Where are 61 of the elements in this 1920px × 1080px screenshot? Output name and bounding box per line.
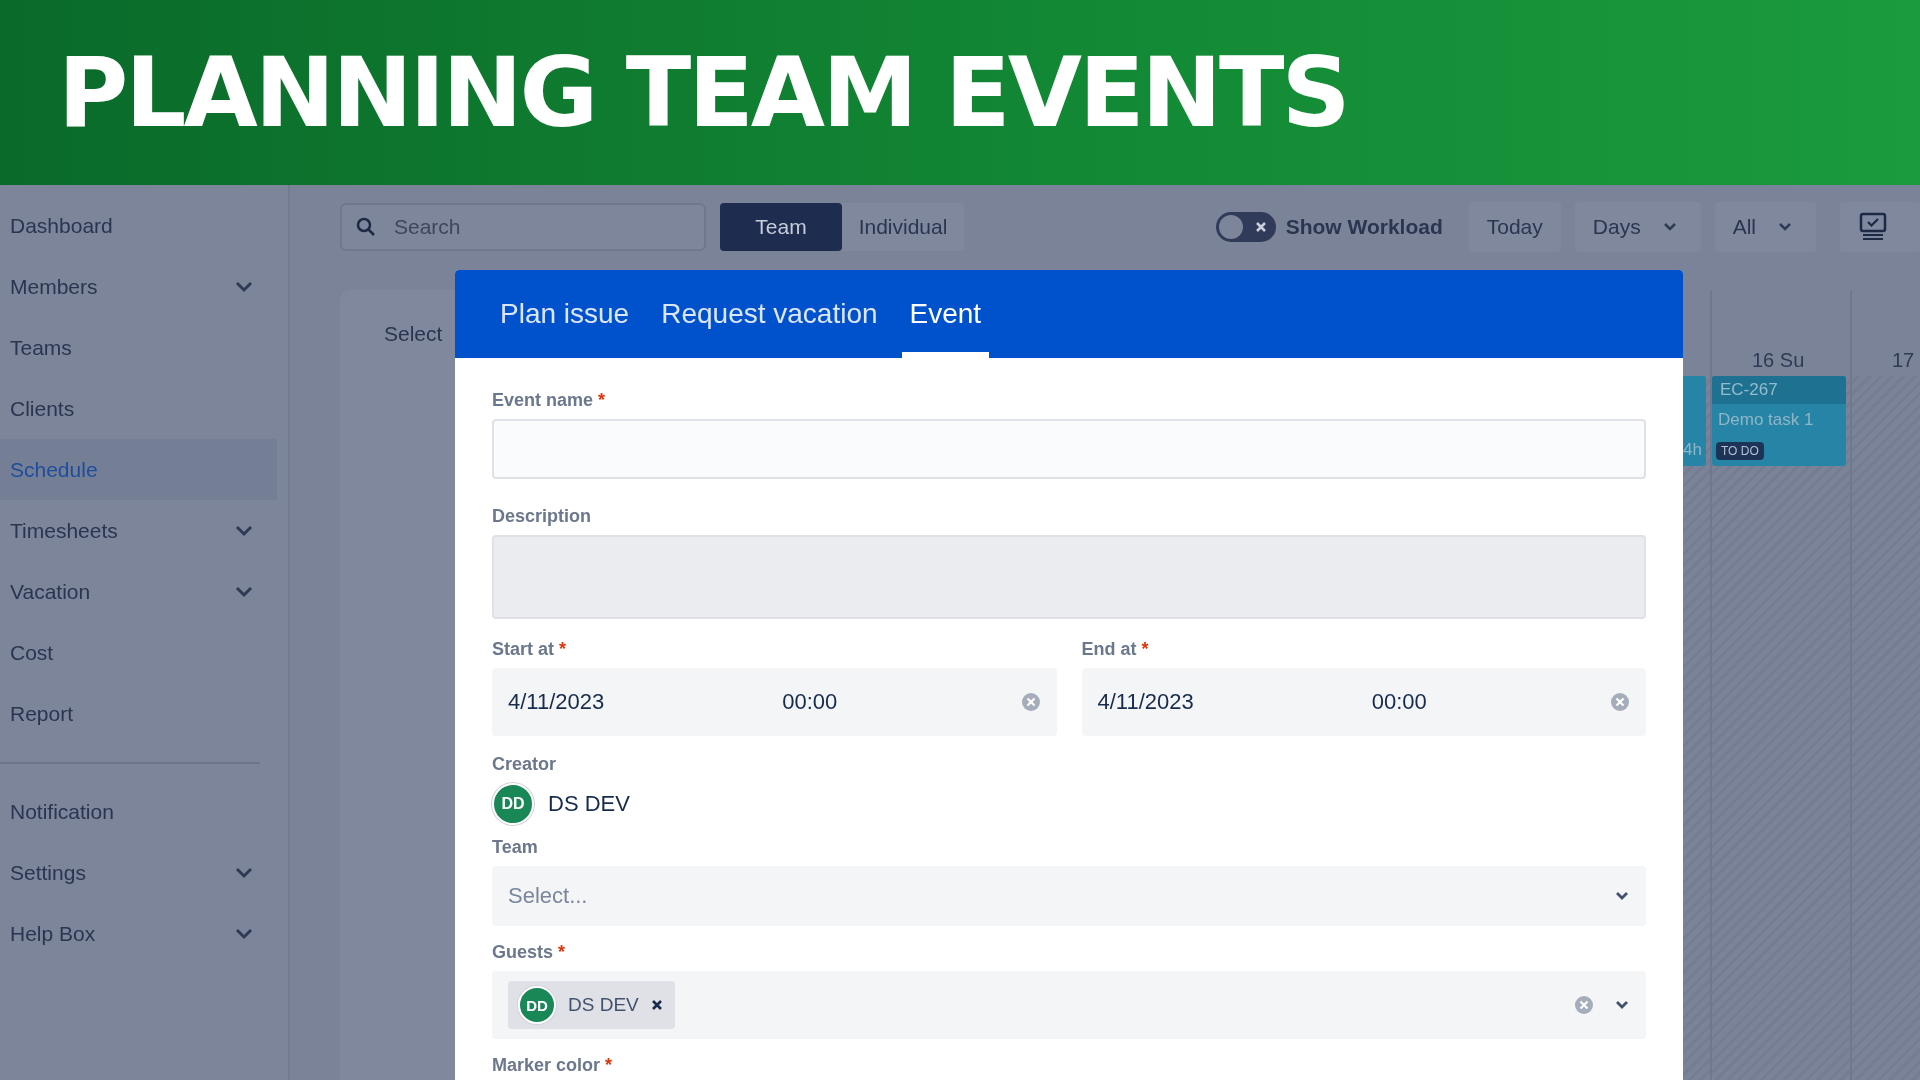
guests-select[interactable]: DD DS DEV xyxy=(492,971,1646,1039)
date-time-field[interactable]: 4/11/2023 00:00 xyxy=(1081,668,1646,736)
sidebar-item[interactable]: Report xyxy=(0,683,277,744)
clear-icon[interactable] xyxy=(1574,995,1594,1015)
filter-dropdown[interactable]: All xyxy=(1714,202,1816,252)
view-mode-tab[interactable]: Individual xyxy=(842,203,964,251)
chevron-down-icon xyxy=(1662,222,1677,232)
field-label: Start at * xyxy=(492,639,568,660)
search-field[interactable]: Search xyxy=(340,203,706,251)
creator-name: DS DEV xyxy=(548,791,630,817)
toggle-label: Show Workload xyxy=(1285,215,1443,239)
chevron-down-icon xyxy=(1778,222,1792,232)
dialog-tab[interactable]: Event xyxy=(901,270,990,358)
avatar: DD xyxy=(492,783,534,825)
close-icon xyxy=(1254,221,1267,233)
panel-label: Select xyxy=(384,322,443,347)
workload-toggle[interactable] xyxy=(1215,212,1276,242)
task-hours: 4h xyxy=(1683,440,1702,460)
remove-icon[interactable] xyxy=(650,999,663,1011)
team-select[interactable]: Select... xyxy=(492,866,1646,926)
field-label: Creator xyxy=(492,754,558,775)
field-label: Team xyxy=(492,837,539,858)
description-field[interactable] xyxy=(492,535,1646,619)
sidebar-item[interactable]: Cost xyxy=(0,622,277,683)
field-label: Guests * xyxy=(492,942,567,963)
clear-icon[interactable] xyxy=(1610,692,1630,712)
field-label: Marker color * xyxy=(492,1055,614,1076)
task-title: Demo task 1 xyxy=(1717,409,1815,430)
dialog-tab[interactable]: Request vacation xyxy=(653,270,886,358)
status-badge: TO DO xyxy=(1716,442,1764,460)
sidebar-item[interactable]: Notification xyxy=(0,781,277,842)
sidebar-item[interactable]: Teams xyxy=(0,317,277,378)
today-button[interactable]: Today xyxy=(1468,202,1561,252)
sidebar-item[interactable]: Schedule xyxy=(0,439,277,500)
field-label: Description xyxy=(492,506,593,527)
sidebar-item[interactable]: Settings xyxy=(0,842,277,903)
task-key: EC-267 xyxy=(1712,376,1846,404)
dialog-tab[interactable]: Plan issue xyxy=(492,270,638,358)
day-header: 17 xyxy=(1852,290,1920,376)
sidebar-item[interactable]: Members xyxy=(0,256,277,317)
view-mode-tab[interactable]: Team xyxy=(720,203,842,251)
sidebar-item[interactable]: Dashboard xyxy=(0,195,277,256)
date-time-field[interactable]: 4/11/2023 00:00 xyxy=(492,668,1057,736)
clear-icon[interactable] xyxy=(1020,692,1041,712)
range-dropdown[interactable]: Days xyxy=(1574,202,1701,252)
chevron-down-icon xyxy=(1614,890,1630,902)
field-label: End at * xyxy=(1081,639,1150,660)
sidebar-item[interactable]: Help Box xyxy=(0,903,277,964)
guest-chip[interactable]: DD DS DEV xyxy=(508,981,675,1029)
monitor-icon xyxy=(1858,212,1888,242)
event-name-field[interactable] xyxy=(492,419,1646,479)
sidebar-item[interactable]: Vacation xyxy=(0,561,277,622)
monitor-button[interactable] xyxy=(1840,202,1920,252)
sidebar-item[interactable]: Clients xyxy=(0,378,277,439)
banner-title: PLANNING TEAM EVENTS xyxy=(58,44,1348,141)
field-label: Event name * xyxy=(492,390,607,411)
task-bar[interactable]: EC-267 Demo task 1 TO DO xyxy=(1712,376,1846,466)
day-header: 16 Su xyxy=(1712,290,1850,376)
sidebar-item[interactable]: Timesheets xyxy=(0,500,277,561)
search-icon xyxy=(356,217,376,237)
chevron-down-icon[interactable] xyxy=(1614,999,1630,1011)
